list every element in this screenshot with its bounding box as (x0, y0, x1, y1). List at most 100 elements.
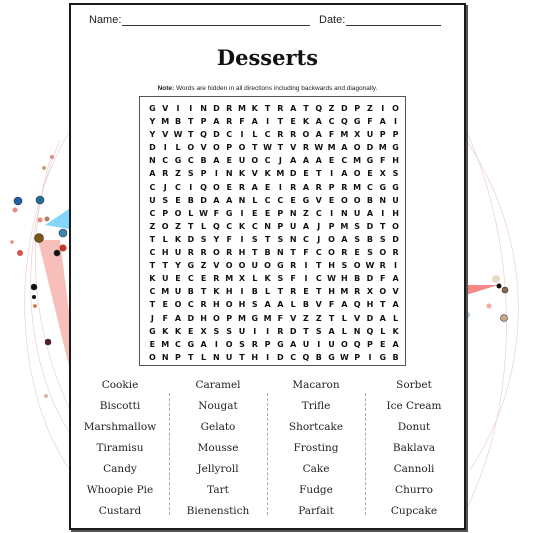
grid-letter[interactable]: T (184, 128, 197, 141)
grid-letter[interactable]: J (312, 233, 325, 246)
grid-letter[interactable]: M (351, 154, 364, 167)
grid-letter[interactable]: A (389, 338, 402, 351)
grid-letter[interactable]: R (159, 167, 172, 180)
grid-letter[interactable]: Q (351, 338, 364, 351)
grid-letter[interactable]: N (261, 220, 274, 233)
grid-letter[interactable]: B (184, 194, 197, 207)
grid-letter[interactable]: R (287, 181, 300, 194)
grid-letter[interactable]: R (223, 115, 236, 128)
grid-letter[interactable]: Y (146, 128, 159, 141)
grid-letter[interactable]: G (389, 181, 402, 194)
grid-letter[interactable]: R (210, 272, 223, 285)
grid-letter[interactable]: U (172, 285, 185, 298)
name-line[interactable] (122, 14, 311, 26)
grid-letter[interactable]: I (312, 338, 325, 351)
grid-letter[interactable]: B (184, 285, 197, 298)
grid-letter[interactable]: C (261, 194, 274, 207)
grid-letter[interactable]: T (312, 285, 325, 298)
grid-letter[interactable]: U (172, 246, 185, 259)
grid-letter[interactable]: I (159, 141, 172, 154)
grid-letter[interactable]: B (172, 115, 185, 128)
grid-letter[interactable]: U (223, 351, 236, 364)
grid-letter[interactable]: I (261, 351, 274, 364)
grid-letter[interactable]: B (312, 351, 325, 364)
grid-letter[interactable]: Q (338, 115, 351, 128)
grid-letter[interactable]: C (287, 351, 300, 364)
grid-letter[interactable]: E (172, 272, 185, 285)
grid-letter[interactable]: P (389, 128, 402, 141)
grid-letter[interactable]: E (159, 298, 172, 311)
grid-letter[interactable]: S (338, 259, 351, 272)
grid-letter[interactable]: T (274, 141, 287, 154)
grid-letter[interactable]: Z (172, 220, 185, 233)
grid-letter[interactable]: M (376, 141, 389, 154)
grid-letter[interactable]: A (210, 115, 223, 128)
grid-letter[interactable]: M (236, 102, 249, 115)
grid-letter[interactable]: X (364, 285, 377, 298)
grid-letter[interactable]: S (389, 167, 402, 180)
grid-letter[interactable]: E (287, 115, 300, 128)
grid-letter[interactable]: I (236, 207, 249, 220)
grid-letter[interactable]: D (210, 102, 223, 115)
grid-letter[interactable]: A (274, 298, 287, 311)
grid-letter[interactable]: I (236, 128, 249, 141)
grid-letter[interactable]: H (223, 285, 236, 298)
date-line[interactable] (346, 14, 442, 26)
grid-letter[interactable]: C (146, 246, 159, 259)
grid-letter[interactable]: R (389, 246, 402, 259)
grid-letter[interactable]: L (376, 325, 389, 338)
grid-letter[interactable]: Z (300, 207, 313, 220)
grid-letter[interactable]: A (223, 194, 236, 207)
grid-letter[interactable]: N (146, 154, 159, 167)
grid-letter[interactable]: M (325, 141, 338, 154)
grid-letter[interactable]: I (300, 272, 313, 285)
grid-letter[interactable]: A (248, 115, 261, 128)
grid-letter[interactable]: J (274, 154, 287, 167)
grid-letter[interactable]: C (312, 246, 325, 259)
grid-letter[interactable]: O (184, 141, 197, 154)
grid-letter[interactable]: V (312, 194, 325, 207)
grid-letter[interactable]: P (325, 181, 338, 194)
grid-letter[interactable]: C (312, 207, 325, 220)
grid-letter[interactable]: I (236, 285, 249, 298)
grid-letter[interactable]: H (210, 298, 223, 311)
grid-letter[interactable]: A (300, 181, 313, 194)
grid-letter[interactable]: T (287, 246, 300, 259)
grid-letter[interactable]: A (389, 272, 402, 285)
grid-letter[interactable]: M (159, 285, 172, 298)
grid-letter[interactable]: O (210, 141, 223, 154)
grid-letter[interactable]: Q (312, 102, 325, 115)
grid-letter[interactable]: G (248, 312, 261, 325)
grid-letter[interactable]: C (159, 154, 172, 167)
grid-letter[interactable]: R (300, 141, 313, 154)
grid-letter[interactable]: X (197, 325, 210, 338)
grid-letter[interactable]: X (236, 272, 249, 285)
grid-letter[interactable]: K (300, 115, 313, 128)
grid-letter[interactable]: F (376, 154, 389, 167)
grid-letter[interactable]: C (364, 181, 377, 194)
grid-letter[interactable]: L (338, 325, 351, 338)
grid-letter[interactable]: K (261, 272, 274, 285)
grid-letter[interactable]: O (223, 338, 236, 351)
grid-letter[interactable]: O (261, 259, 274, 272)
grid-letter[interactable]: J (312, 220, 325, 233)
grid-letter[interactable]: T (248, 246, 261, 259)
grid-letter[interactable]: D (338, 102, 351, 115)
grid-letter[interactable]: F (325, 128, 338, 141)
grid-letter[interactable]: Q (351, 298, 364, 311)
grid-letter[interactable]: S (274, 233, 287, 246)
grid-letter[interactable]: W (172, 128, 185, 141)
grid-letter[interactable]: U (159, 272, 172, 285)
grid-letter[interactable]: I (248, 325, 261, 338)
grid-letter[interactable]: Z (197, 259, 210, 272)
grid-letter[interactable]: I (376, 207, 389, 220)
grid-letter[interactable]: T (312, 259, 325, 272)
grid-letter[interactable]: E (261, 181, 274, 194)
grid-letter[interactable]: Q (210, 220, 223, 233)
grid-letter[interactable]: T (197, 285, 210, 298)
grid-letter[interactable]: M (338, 285, 351, 298)
grid-letter[interactable]: P (325, 220, 338, 233)
grid-letter[interactable]: C (261, 154, 274, 167)
grid-letter[interactable]: O (210, 181, 223, 194)
grid-letter[interactable]: P (351, 351, 364, 364)
